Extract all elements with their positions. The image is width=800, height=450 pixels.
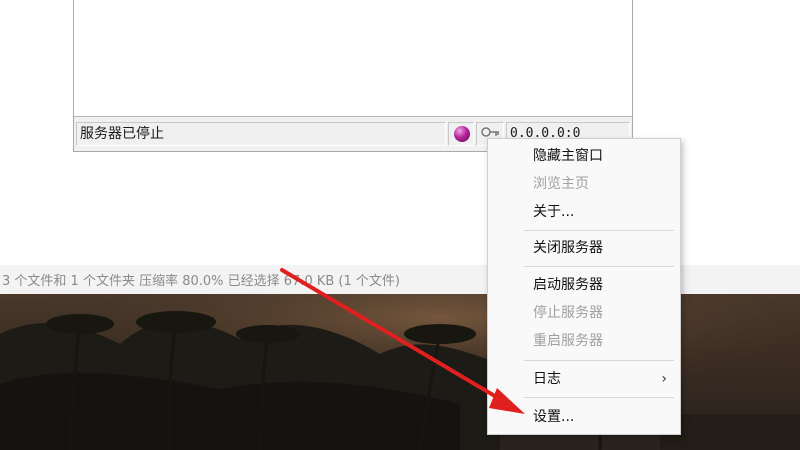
menu-item-settings[interactable]: 设置... xyxy=(489,404,679,430)
menu-item-about[interactable]: 关于... xyxy=(489,199,679,225)
magenta-ball-icon xyxy=(454,126,470,142)
menu-item-start-server[interactable]: 启动服务器 xyxy=(489,272,679,298)
menu-separator xyxy=(524,397,674,398)
menu-separator xyxy=(524,230,674,231)
menu-item-hide-main-window[interactable]: 隐藏主窗口 xyxy=(489,143,679,169)
menu-item-browse-homepage[interactable]: 浏览主页 xyxy=(489,171,679,197)
explorer-status-text: 3 个文件和 1 个文件夹 压缩率 80.0% 已经选择 67.0 KB (1 … xyxy=(2,274,400,289)
tray-context-menu: 隐藏主窗口 浏览主页 关于... 关闭服务器 启动服务器 停止服务器 重启服务器… xyxy=(487,138,681,435)
menu-item-stop-server[interactable]: 停止服务器 xyxy=(489,300,679,326)
server-main-window: 服务器已停止 0.0.0.0:0 xyxy=(73,0,633,152)
menu-separator xyxy=(524,360,674,361)
menu-item-log-label: 日志 xyxy=(533,371,561,387)
chevron-right-icon: › xyxy=(661,371,667,387)
menu-item-shutdown-server[interactable]: 关闭服务器 xyxy=(489,235,679,261)
menu-item-restart-server[interactable]: 重启服务器 xyxy=(489,328,679,354)
server-status-text: 服务器已停止 xyxy=(76,122,446,146)
menu-separator xyxy=(524,266,674,267)
menu-item-log[interactable]: 日志 › xyxy=(489,366,679,392)
server-status-indicator[interactable] xyxy=(448,122,474,146)
